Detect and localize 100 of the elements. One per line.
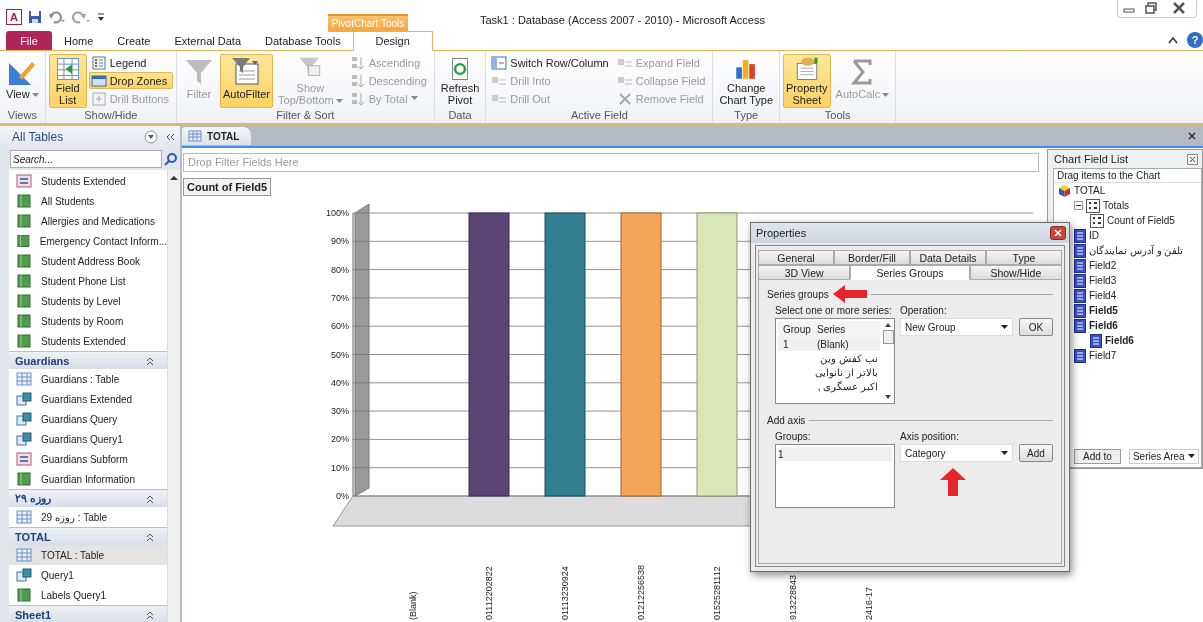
list-row[interactable]: 1 (Blank) xyxy=(778,337,880,351)
nav-group-header[interactable]: روزه ۲۹ xyxy=(9,489,167,507)
nav-item[interactable]: Emergency Contact Inform... xyxy=(9,231,167,251)
dialog-tab[interactable]: Border/Fill xyxy=(834,250,910,265)
search-field[interactable]: Search... xyxy=(10,150,162,168)
collapse-box-icon[interactable] xyxy=(1074,201,1083,210)
double-chevron-left-icon[interactable] xyxy=(164,131,176,143)
field-list-item[interactable]: Field5 xyxy=(1089,305,1118,316)
nav-item[interactable]: روزه 29 : Table xyxy=(9,507,167,527)
collapse-ribbon-icon[interactable] xyxy=(1167,35,1179,45)
dialog-tab[interactable]: Show/Hide xyxy=(969,265,1062,280)
ribbon-tab[interactable]: File xyxy=(6,31,52,50)
nav-group-title: Guardians xyxy=(15,354,70,367)
field-list-item[interactable]: Field6 xyxy=(1105,335,1134,346)
close-icon[interactable] xyxy=(1050,226,1066,240)
add-button[interactable]: Add xyxy=(1019,444,1053,462)
nav-item[interactable]: Labels Query1 xyxy=(9,585,167,605)
ribbon-group-label: Data xyxy=(447,108,473,123)
axis-label: (Blank) xyxy=(408,591,418,620)
nav-item[interactable]: Students Extended xyxy=(9,171,167,191)
nav-item[interactable]: Guardians Query xyxy=(9,409,167,429)
ribbon-tab[interactable]: Create xyxy=(105,31,163,50)
dialog-tab[interactable]: 3D View xyxy=(758,265,851,280)
close-icon[interactable] xyxy=(1187,131,1197,141)
ribbon-button[interactable]: Switch Row/Column xyxy=(489,54,613,71)
list-row[interactable]: بالاتر از نانوایی xyxy=(778,365,880,379)
field-list-item[interactable]: Field2 xyxy=(1089,260,1117,271)
save-icon[interactable] xyxy=(28,10,42,24)
data-field-button[interactable]: Count of Field5 xyxy=(183,178,272,196)
nav-item[interactable]: Guardians : Table xyxy=(9,369,167,389)
annotation-arrow-icon xyxy=(940,468,966,496)
nav-group-title: TOTAL xyxy=(15,530,51,543)
axis-position-dropdown[interactable]: Category xyxy=(900,444,1013,462)
help-button[interactable]: ? xyxy=(1187,32,1203,48)
field-list-item[interactable]: Field7 xyxy=(1089,350,1117,361)
undo-icon[interactable] xyxy=(48,10,66,24)
ribbon-button[interactable]: Property Sheet xyxy=(783,54,831,108)
nav-group-header[interactable]: TOTAL xyxy=(9,527,167,545)
dialog-tab[interactable]: General xyxy=(758,250,834,265)
ribbon-button[interactable]: Refresh Pivot xyxy=(437,54,483,108)
nav-item[interactable]: Students by Room xyxy=(9,311,167,331)
scroll-up-icon[interactable] xyxy=(169,174,179,182)
nav-item[interactable]: Students by Level xyxy=(9,291,167,311)
field-list-item[interactable]: Field6 xyxy=(1089,320,1118,331)
list-icon xyxy=(90,54,107,71)
ribbon-button[interactable]: Field List xyxy=(48,54,87,108)
dropdown-circle-icon[interactable] xyxy=(144,130,158,144)
ok-button[interactable]: OK xyxy=(1019,318,1053,336)
scroll-down-icon[interactable] xyxy=(884,394,892,400)
app-logo[interactable]: A xyxy=(6,9,22,25)
dialog-tab[interactable]: Type xyxy=(986,250,1062,265)
field-list-item[interactable]: Field3 xyxy=(1089,275,1117,286)
ribbon-button[interactable]: Legend xyxy=(88,54,173,71)
ribbon-button[interactable]: View xyxy=(3,54,42,108)
list-row[interactable]: نب کفش وین xyxy=(778,351,880,365)
close-icon[interactable] xyxy=(1187,153,1198,165)
ribbon-button[interactable]: Drop Zones xyxy=(88,72,173,89)
nav-item[interactable]: Guardian Information xyxy=(9,469,167,489)
ribbon-tab[interactable]: Design xyxy=(352,31,433,51)
document-tab[interactable]: TOTAL xyxy=(182,127,252,145)
ribbon-tab[interactable]: Home xyxy=(52,31,106,50)
nav-item[interactable]: Student Address Book xyxy=(9,251,167,271)
nav-item[interactable]: Students Extended xyxy=(9,331,167,351)
scroll-up-icon[interactable] xyxy=(884,322,892,328)
field-list-item[interactable]: ID xyxy=(1089,230,1099,241)
ribbon-tab[interactable]: External Data xyxy=(162,31,254,50)
window-title: Task1 : Database (Access 2007 - 2010) - Microsoft Access xyxy=(479,13,766,26)
axis-tick-label: 40% xyxy=(331,377,349,388)
redo-icon[interactable] xyxy=(72,10,90,24)
dialog-tab[interactable]: Data Details xyxy=(910,250,986,265)
field-list-item[interactable]: Totals xyxy=(1103,200,1130,211)
nav-group-header[interactable]: Sheet1 xyxy=(9,605,167,622)
nav-item[interactable]: Guardians Extended xyxy=(9,389,167,409)
dialog-tab[interactable]: Series Groups xyxy=(850,265,970,280)
list-row[interactable]: اکبر عسگری , xyxy=(778,379,880,393)
operation-dropdown[interactable]: New Group xyxy=(900,318,1013,336)
nav-item[interactable]: TOTAL : Table xyxy=(9,545,167,565)
scroll-thumb[interactable] xyxy=(882,330,894,344)
list-row[interactable]: 1 xyxy=(778,447,892,461)
groups-list[interactable]: 1 xyxy=(775,444,895,508)
nav-item[interactable]: Query1 xyxy=(9,565,167,585)
field-list-item[interactable]: TOTAL xyxy=(1074,185,1106,196)
nav-item[interactable]: All Students xyxy=(9,191,167,211)
field-list-item[interactable]: تلفن و آدرس نمایندگان xyxy=(1089,245,1184,256)
scrollbar[interactable] xyxy=(167,170,180,622)
add-to-button[interactable]: Add to xyxy=(1074,449,1121,464)
nav-item[interactable]: Allergies and Medications xyxy=(9,211,167,231)
ribbon-button[interactable]: AutoFilter xyxy=(219,54,274,108)
customize-caret-icon[interactable] xyxy=(96,11,106,23)
field-list-item[interactable]: Field4 xyxy=(1089,290,1117,301)
ribbon-tab[interactable]: Database Tools xyxy=(253,31,353,50)
query-icon xyxy=(16,568,32,582)
field-list-item[interactable]: Count of Field5 xyxy=(1107,215,1175,226)
search-icon[interactable] xyxy=(164,152,178,166)
nav-group-header[interactable]: Guardians xyxy=(9,351,167,369)
nav-item[interactable]: Guardians Query1 xyxy=(9,429,167,449)
area-dropdown[interactable]: Series Area xyxy=(1128,449,1199,464)
ribbon-button[interactable]: Change Chart Type xyxy=(716,54,777,108)
nav-item[interactable]: Guardians Subform xyxy=(9,449,167,469)
nav-item[interactable]: Student Phone List xyxy=(9,271,167,291)
